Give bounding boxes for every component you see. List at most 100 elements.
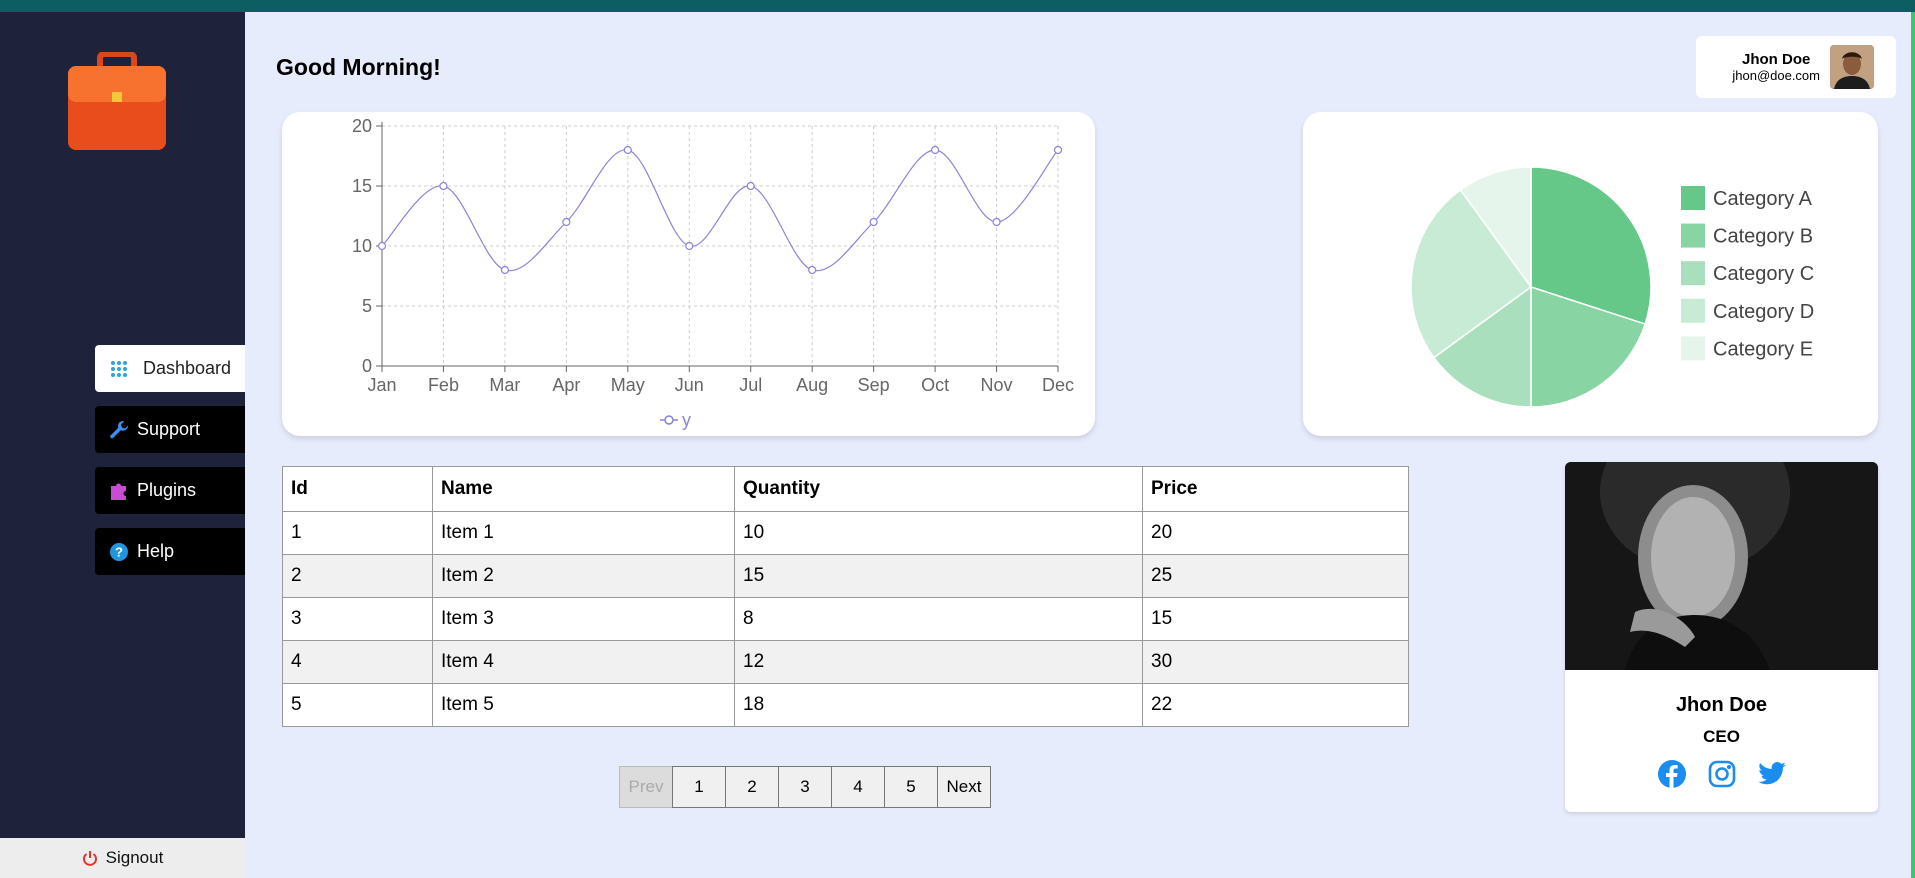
table-row: 3 Item 3 8 15: [282, 597, 1409, 641]
cell-quantity: 8: [734, 597, 1143, 641]
data-point: [746, 181, 755, 191]
instagram-icon[interactable]: [1707, 759, 1737, 789]
legend-label: Category C: [1713, 263, 1814, 285]
page-title: Good Morning!: [276, 54, 441, 80]
cell-name: Item 3: [432, 597, 735, 641]
sidebar-item-label: Support: [137, 419, 201, 439]
x-tick-label: Apr: [552, 375, 580, 395]
legend-swatch: [1681, 261, 1705, 286]
x-tick-label: Jun: [675, 375, 704, 395]
page-3-button[interactable]: 3: [778, 766, 832, 808]
cell-price: 15: [1142, 597, 1409, 641]
x-tick-label: Mar: [489, 375, 520, 395]
series-line-y: [381, 149, 1059, 272]
cell-name: Item 2: [432, 554, 735, 598]
col-header-id: Id: [282, 466, 433, 512]
cell-price: 25: [1142, 554, 1409, 598]
legend-swatch: [1681, 223, 1705, 248]
profile-photo: [1565, 462, 1878, 670]
puzzle-icon: [109, 481, 129, 501]
col-header-quantity: Quantity: [734, 466, 1143, 512]
user-card[interactable]: Jhon Doe jhon@doe.com: [1696, 36, 1896, 98]
y-tick-label: 20: [352, 116, 372, 136]
cell-id: 5: [282, 683, 433, 727]
sidebar-item-label: Plugins: [137, 480, 197, 500]
user-name: Jhon Doe: [1742, 51, 1811, 68]
sidebar-item-label: Dashboard: [143, 358, 232, 378]
cell-quantity: 12: [734, 640, 1143, 684]
data-point: [808, 265, 817, 275]
sidebar-item-dashboard[interactable]: Dashboard: [95, 345, 245, 392]
line-chart: 0 5 10 15 20 Jan Feb Mar Apr May Jun Jul Aug Sep Oct No…: [352, 116, 1074, 430]
signout-button[interactable]: Signout: [0, 838, 245, 878]
line-chart-card: 0 5 10 15 20 Jan Feb Mar Apr May Jun Jul Aug Sep Oct No…: [282, 112, 1095, 436]
legend-label: y: [682, 410, 691, 430]
sidebar-item-label: Help: [137, 541, 175, 561]
x-tick-label: Nov: [981, 375, 1013, 395]
x-tick-label: May: [611, 375, 645, 395]
right-edge-bar: [1911, 12, 1915, 878]
table-row: 4 Item 4 12 30: [282, 640, 1409, 684]
legend-swatch: [1681, 298, 1705, 323]
legend-swatch: [1681, 336, 1705, 361]
avatar[interactable]: [1830, 45, 1874, 89]
cell-quantity: 18: [734, 683, 1143, 727]
page-5-button[interactable]: 5: [884, 766, 938, 808]
cell-price: 22: [1142, 683, 1409, 727]
legend-marker: [664, 415, 674, 425]
data-point: [685, 241, 694, 251]
legend-label: Category B: [1713, 226, 1813, 248]
data-point: [562, 217, 571, 227]
user-email: jhon@doe.com: [1732, 68, 1820, 83]
svg-text:?: ?: [115, 544, 123, 559]
sidebar-item-support[interactable]: Support: [95, 406, 245, 453]
sidebar-item-help[interactable]: ? Help: [95, 528, 245, 575]
col-header-name: Name: [432, 466, 735, 512]
data-point: [992, 217, 1001, 227]
table-row: 5 Item 5 18 22: [282, 683, 1409, 727]
page-2-button[interactable]: 2: [725, 766, 779, 808]
cell-quantity: 15: [734, 554, 1143, 598]
legend-label: Category D: [1713, 301, 1814, 323]
twitter-icon[interactable]: [1757, 759, 1787, 789]
pagination: Prev 1 2 3 4 5 Next: [619, 766, 991, 808]
x-tick-label: Feb: [428, 375, 459, 395]
cell-price: 30: [1142, 640, 1409, 684]
table-row: 2 Item 2 15 25: [282, 554, 1409, 598]
prev-page-button[interactable]: Prev: [619, 766, 673, 808]
cell-name: Item 1: [432, 511, 735, 555]
data-point: [623, 145, 632, 155]
profile-name: Jhon Doe: [1675, 694, 1768, 716]
data-point: [869, 217, 878, 227]
sidebar-item-plugins[interactable]: Plugins: [95, 467, 245, 514]
page-4-button[interactable]: 4: [831, 766, 885, 808]
cell-id: 1: [282, 511, 433, 555]
pie-chart: Category A Category B Category C Category D…: [1410, 166, 1814, 408]
power-icon: [82, 850, 98, 866]
cell-price: 20: [1142, 511, 1409, 555]
y-tick-label: 5: [362, 296, 372, 316]
profile-role: CEO: [1703, 727, 1740, 746]
col-header-price: Price: [1142, 466, 1409, 512]
pie-chart-card: Category A Category B Category C Category D…: [1303, 112, 1878, 436]
legend-swatch: [1681, 186, 1705, 210]
x-tick-label: Oct: [921, 375, 949, 395]
page-1-button[interactable]: 1: [672, 766, 726, 808]
items-table: Id Name Quantity Price 1 Item 1 10 20 2 …: [282, 466, 1409, 727]
x-tick-label: Jul: [739, 375, 762, 395]
cell-name: Item 5: [432, 683, 735, 727]
cell-quantity: 10: [734, 511, 1143, 555]
grid-icon: [109, 359, 129, 379]
cell-id: 4: [282, 640, 433, 684]
x-tick-label: Aug: [796, 375, 828, 395]
facebook-icon[interactable]: [1657, 759, 1687, 789]
x-tick-label: Sep: [858, 375, 890, 395]
profile-card: Jhon Doe CEO: [1565, 462, 1878, 812]
top-bar: [0, 0, 1915, 12]
next-page-button[interactable]: Next: [937, 766, 991, 808]
briefcase-logo-icon: [66, 51, 168, 152]
signout-label: Signout: [105, 848, 164, 867]
x-tick-label: Jan: [367, 375, 396, 395]
legend-label: Category E: [1713, 338, 1813, 360]
legend-label: Category A: [1713, 188, 1813, 210]
